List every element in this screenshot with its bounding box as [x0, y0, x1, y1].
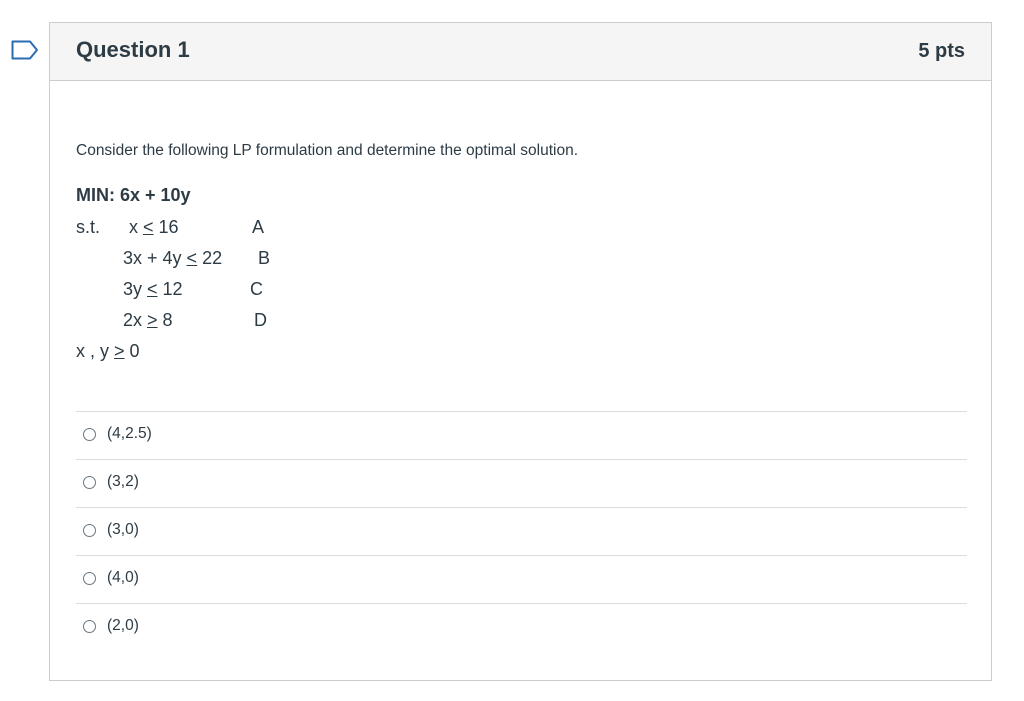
answer-option[interactable]: (2,0) — [76, 603, 967, 651]
constraint-c-lhs: 3y — [123, 279, 148, 299]
lp-st-label: s.t. — [76, 217, 101, 237]
answer-label[interactable]: (2,0) — [107, 617, 139, 635]
lp-objective: MIN: 6x + 10y — [76, 185, 191, 205]
answer-label[interactable]: (4,0) — [107, 569, 139, 587]
constraint-d-lhs: 2x — [123, 310, 148, 330]
constraint-b-lhs: 3x + 4y — [123, 248, 187, 268]
answer-label[interactable]: (3,0) — [107, 521, 139, 539]
constraint-a-lhs: x — [129, 217, 144, 237]
constraint-c-rhs: 12 — [157, 279, 183, 299]
answer-option[interactable]: (3,2) — [76, 459, 967, 507]
radio-button[interactable] — [83, 620, 96, 633]
constraint-c-tag: C — [250, 279, 263, 299]
answer-option[interactable]: (4,2.5) — [76, 411, 967, 459]
constraint-d-op: > — [147, 310, 158, 330]
constraint-b-rhs: 22 — [197, 248, 223, 268]
radio-button[interactable] — [83, 524, 96, 537]
question-card: Question 1 5 pts Consider the following … — [49, 22, 992, 681]
lp-constraint-b: 3x + 4y < 22 — [123, 248, 222, 269]
constraint-a-tag: A — [252, 217, 265, 237]
flag-question-icon[interactable] — [11, 40, 39, 60]
answer-label[interactable]: (4,2.5) — [107, 425, 152, 443]
nonneg-rhs: 0 — [124, 341, 140, 361]
answer-list: (4,2.5) (3,2) (3,0) (4,0) (2,0) — [76, 411, 967, 651]
answer-option[interactable]: (4,0) — [76, 555, 967, 603]
constraint-b-tag: B — [258, 248, 271, 268]
question-title: Question 1 — [76, 37, 190, 62]
question-prompt: Consider the following LP formulation an… — [76, 142, 579, 159]
constraint-d-rhs: 8 — [157, 310, 173, 330]
constraint-a-rhs: 16 — [153, 217, 179, 237]
question-points: 5 pts — [918, 40, 965, 62]
constraint-d-tag: D — [254, 310, 267, 330]
constraint-c-op: < — [147, 279, 158, 299]
lp-nonnegativity: x , y > 0 — [76, 341, 140, 362]
radio-button[interactable] — [83, 572, 96, 585]
nonneg-op: > — [114, 341, 125, 361]
answer-label[interactable]: (3,2) — [107, 473, 139, 491]
question-header: Question 1 5 pts — [50, 23, 991, 81]
answer-option[interactable]: (3,0) — [76, 507, 967, 555]
radio-button[interactable] — [83, 428, 96, 441]
constraint-b-op: < — [186, 248, 198, 268]
lp-constraint-a: x < 16 — [129, 217, 179, 238]
constraint-a-op: < — [143, 217, 154, 237]
radio-button[interactable] — [83, 476, 96, 489]
nonneg-lhs: x , y — [76, 341, 115, 361]
lp-constraint-c: 3y < 12 — [123, 279, 183, 300]
lp-constraint-d: 2x > 8 — [123, 310, 173, 331]
